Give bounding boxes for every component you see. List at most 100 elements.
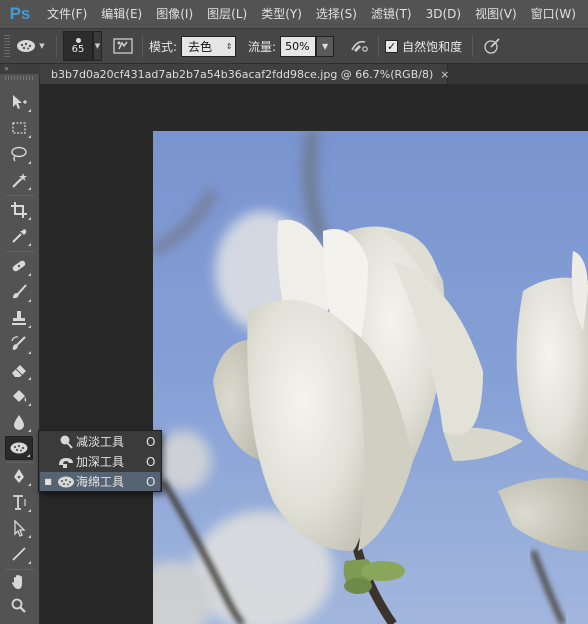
- flyout-item-label: 海绵工具: [76, 475, 125, 489]
- vibrance-checkbox[interactable]: ✓: [385, 39, 399, 53]
- line-tool-icon[interactable]: [5, 542, 33, 566]
- brush-tool-icon[interactable]: [5, 280, 33, 304]
- lasso-tool-icon[interactable]: [5, 142, 33, 166]
- menu-edit[interactable]: 编辑(E): [94, 0, 149, 28]
- brush-tip-icon: [75, 37, 81, 43]
- divider: [6, 462, 34, 463]
- clone-stamp-tool-icon[interactable]: [5, 306, 33, 330]
- document-image[interactable]: [153, 131, 588, 624]
- crop-tool-icon[interactable]: [5, 198, 33, 222]
- submenu-indicator-icon: [27, 454, 30, 457]
- divider: [472, 35, 474, 57]
- mode-select[interactable]: 去色 ⇕: [181, 35, 237, 57]
- flow-field[interactable]: 50%: [280, 35, 317, 57]
- airbrush-button[interactable]: [346, 34, 372, 58]
- document-title: b3b7d0a20cf431ad7ab2b7a54b36acaf2fdd98ce…: [51, 67, 434, 81]
- burn-tool-icon: [56, 452, 76, 471]
- dodge-tool-icon: [56, 432, 76, 451]
- submenu-indicator-icon: [28, 325, 31, 328]
- menu-file[interactable]: 文件(F): [40, 0, 94, 28]
- divider: [142, 35, 143, 57]
- flyout-item-shortcut: O: [146, 474, 156, 489]
- submenu-indicator-icon: [28, 243, 31, 246]
- flyout-item-dodge[interactable]: 减淡工具 O: [40, 432, 160, 451]
- blur-tool-icon[interactable]: [5, 410, 33, 434]
- sponge-icon: [17, 40, 36, 52]
- select-arrows-icon: ⇕: [225, 41, 233, 51]
- paint-bucket-tool-icon[interactable]: [5, 384, 33, 408]
- flyout-item-shortcut: O: [146, 454, 156, 469]
- document-tab[interactable]: b3b7d0a20cf431ad7ab2b7a54b36acaf2fdd98ce…: [40, 64, 449, 84]
- divider: [378, 35, 380, 57]
- brush-panel-toggle-button[interactable]: [110, 34, 136, 58]
- flyout-item-shortcut: O: [146, 434, 156, 449]
- flyout-item-label: 减淡工具: [76, 435, 125, 449]
- brush-preview: 65: [63, 31, 93, 61]
- history-brush-tool-icon[interactable]: [5, 332, 33, 356]
- submenu-indicator-icon: [28, 135, 31, 138]
- pen-tool-icon[interactable]: [5, 464, 33, 488]
- submenu-indicator-icon: [28, 561, 31, 564]
- mode-label: 模式:: [149, 39, 178, 54]
- submenu-indicator-icon: [28, 299, 31, 302]
- submenu-indicator-icon: [28, 351, 31, 354]
- tools-panel-grip[interactable]: [5, 76, 35, 80]
- menu-layer[interactable]: 图层(L): [200, 0, 254, 28]
- submenu-indicator-icon: [28, 377, 31, 380]
- eraser-tool-icon[interactable]: [5, 358, 33, 382]
- healing-brush-tool-icon[interactable]: [5, 254, 33, 278]
- marquee-tool-icon[interactable]: [5, 116, 33, 140]
- submenu-indicator-icon: [28, 161, 31, 164]
- magnolia-photo: [153, 131, 588, 624]
- menu-bar: Ps 文件(F) 编辑(E) 图像(I) 图层(L) 类型(Y) 选择(S) 滤…: [0, 0, 588, 28]
- menu-view[interactable]: 视图(V): [468, 0, 524, 28]
- type-tool-icon[interactable]: [5, 490, 33, 514]
- submenu-indicator-icon: [28, 483, 31, 486]
- submenu-indicator-icon: [28, 535, 31, 538]
- zoom-tool-icon[interactable]: [5, 594, 33, 618]
- brush-preset-picker[interactable]: 65 ▼: [63, 31, 102, 61]
- pressure-size-button[interactable]: [479, 34, 505, 58]
- sponge-tool-icon[interactable]: [5, 436, 33, 460]
- flyout-item-sponge[interactable]: ■ 海绵工具 O: [40, 472, 160, 491]
- document-tab-bar: b3b7d0a20cf431ad7ab2b7a54b36acaf2fdd98ce…: [40, 64, 588, 84]
- chevron-down-icon[interactable]: ▼: [93, 31, 102, 61]
- selection-bullet: ■: [44, 477, 52, 486]
- flow-label: 流量:: [248, 39, 277, 54]
- toning-tools-flyout: 减淡工具 O 加深工具 O ■ 海绵工具 O: [38, 430, 162, 492]
- brush-panel-icon: [113, 38, 133, 54]
- sponge-tool-icon: [56, 472, 76, 491]
- submenu-indicator-icon: [28, 509, 31, 512]
- submenu-indicator-icon: [28, 217, 31, 220]
- menu-type[interactable]: 类型(Y): [254, 0, 309, 28]
- menu-3d[interactable]: 3D(D): [419, 0, 468, 28]
- menu-select[interactable]: 选择(S): [309, 0, 364, 28]
- airbrush-icon: [351, 40, 368, 52]
- submenu-indicator-icon: [28, 187, 31, 190]
- close-icon[interactable]: ×: [440, 68, 449, 81]
- submenu-indicator-icon: [28, 273, 31, 276]
- flyout-item-burn[interactable]: 加深工具 O: [40, 452, 160, 471]
- divider: [56, 35, 57, 57]
- flow-dropdown-button[interactable]: ▼: [316, 35, 335, 57]
- submenu-indicator-icon: [28, 403, 31, 406]
- brush-size: 65: [71, 43, 85, 55]
- menu-filter[interactable]: 滤镜(T): [364, 0, 419, 28]
- canvas-area[interactable]: [41, 84, 588, 624]
- chevron-down-icon: ▼: [39, 42, 45, 50]
- tool-preset-picker[interactable]: ▼: [10, 33, 50, 59]
- menu-window[interactable]: 窗口(W): [524, 0, 583, 28]
- collapse-panel-icon[interactable]: »: [0, 64, 40, 74]
- move-tool-icon[interactable]: [5, 90, 33, 114]
- submenu-indicator-icon: [28, 429, 31, 432]
- submenu-indicator-icon: [28, 109, 31, 112]
- hand-tool-icon[interactable]: [5, 570, 33, 594]
- flyout-item-label: 加深工具: [76, 455, 125, 469]
- menu-image[interactable]: 图像(I): [149, 0, 200, 28]
- tools-panel: »: [0, 64, 40, 624]
- path-selection-tool-icon[interactable]: [5, 516, 33, 540]
- divider: [6, 195, 34, 196]
- photoshop-logo: Ps: [9, 4, 31, 23]
- eyedropper-tool-icon[interactable]: [5, 224, 33, 248]
- magic-wand-tool-icon[interactable]: [5, 168, 33, 192]
